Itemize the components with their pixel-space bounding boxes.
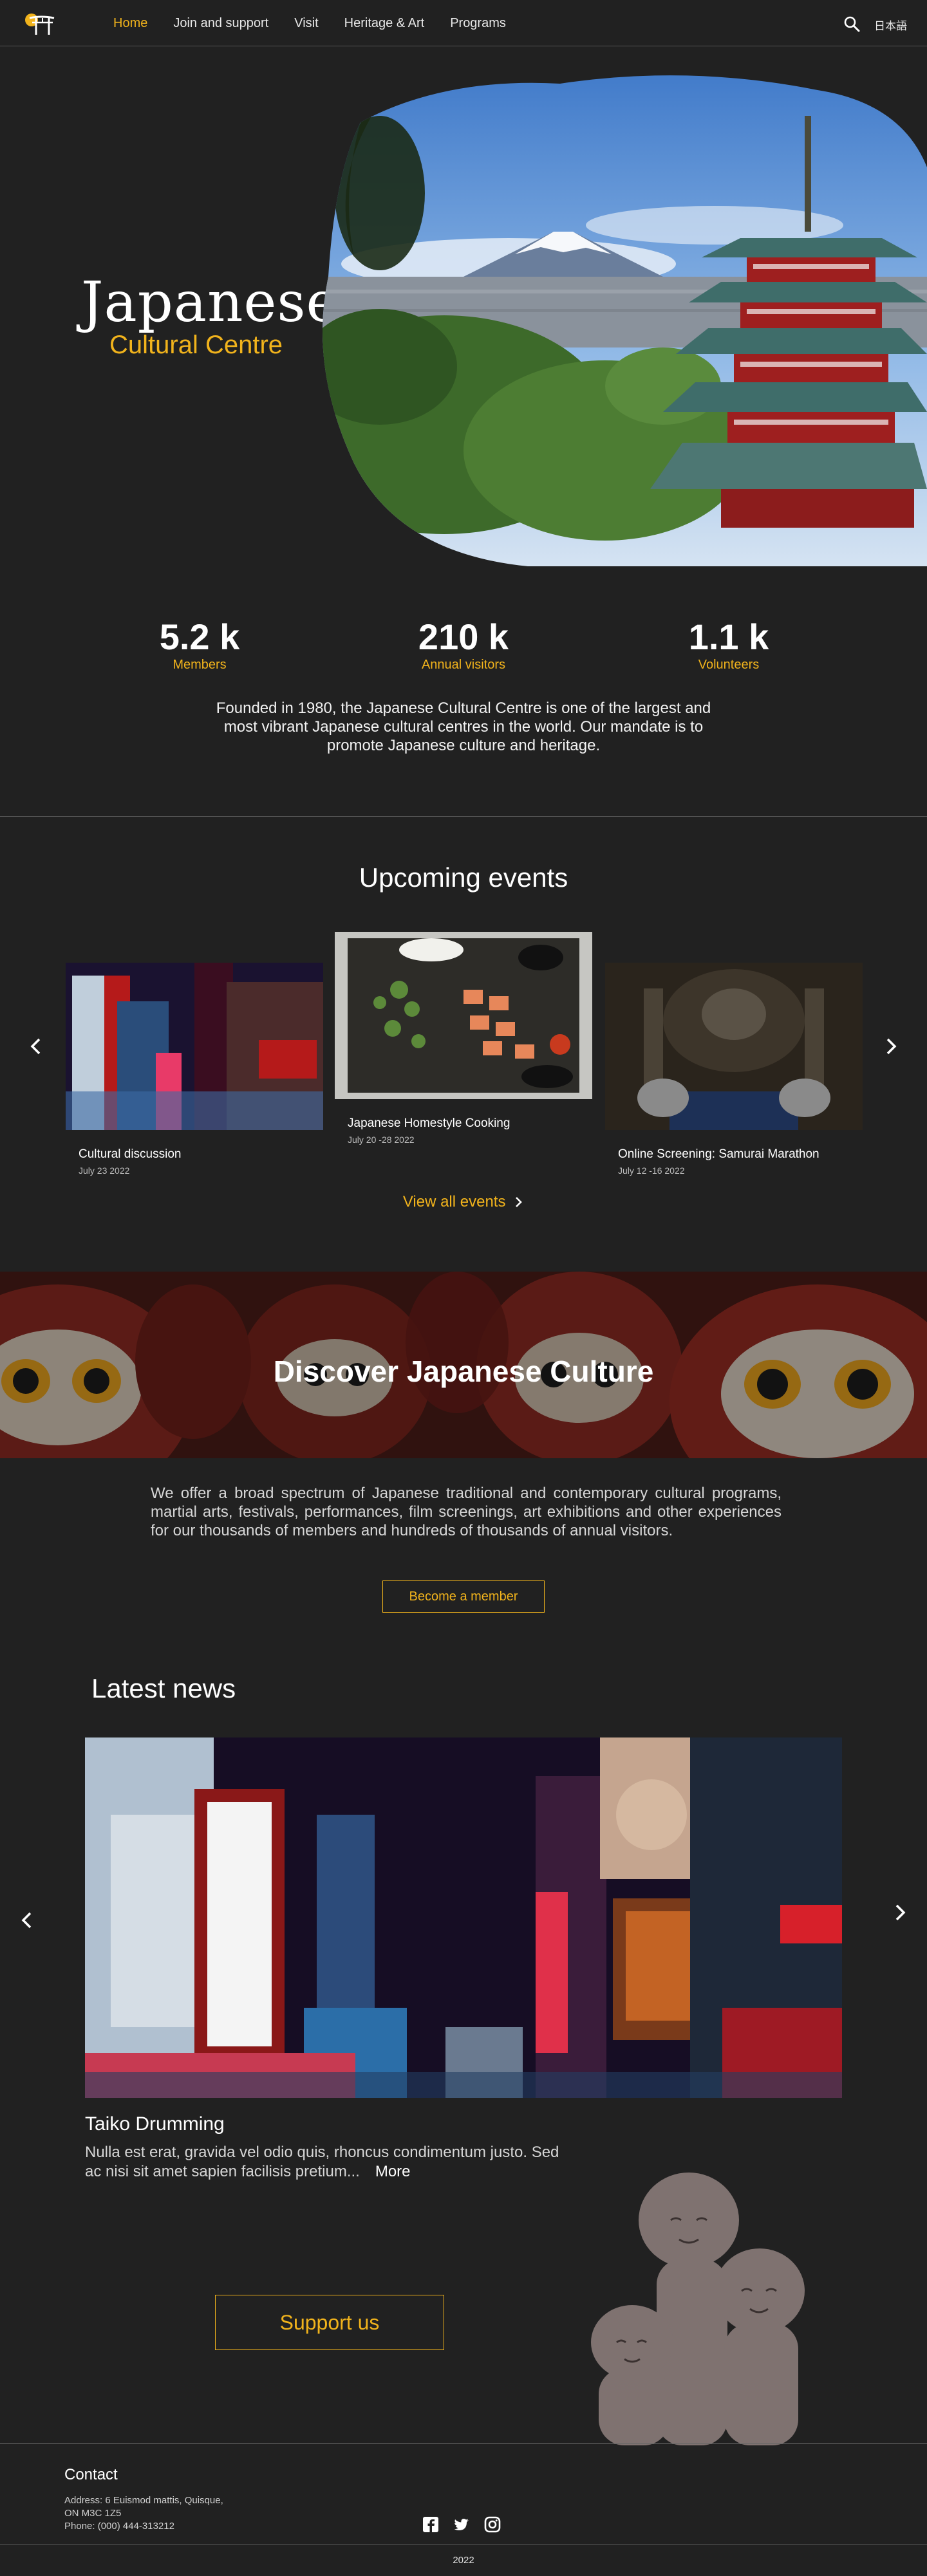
hero-subtitle: Cultural Centre	[109, 331, 283, 359]
hero-fuji-pagoda-image	[323, 75, 927, 566]
stat-volunteers: 1.1 k Volunteers	[632, 619, 825, 672]
become-member-button[interactable]: Become a member	[382, 1580, 545, 1613]
search-icon[interactable]	[843, 15, 860, 32]
stat-members: 5.2 k Members	[103, 619, 296, 672]
event-date: July 23 2022	[79, 1165, 130, 1176]
nav-link-heritage-art[interactable]: Heritage & Art	[344, 16, 425, 31]
nav-links: Home Join and support Visit Heritage & A…	[113, 0, 506, 46]
event-date: July 20 -28 2022	[348, 1135, 415, 1145]
stat-value: 1.1 k	[688, 616, 769, 657]
address-line: ON M3C 1Z5	[64, 2508, 122, 2519]
event-card[interactable]: Cultural discussion July 23 2022	[66, 963, 323, 1176]
chevron-left-icon[interactable]	[23, 1033, 49, 1059]
view-all-events-link[interactable]: View all events	[0, 1193, 927, 1211]
event-name: Online Screening: Samurai Marathon	[618, 1147, 819, 1161]
nav-link-visit[interactable]: Visit	[294, 16, 318, 31]
twitter-icon[interactable]	[453, 2516, 470, 2533]
stat-label: Volunteers	[698, 658, 760, 672]
nav-link-home[interactable]: Home	[113, 16, 147, 31]
event-name: Japanese Homestyle Cooking	[348, 1117, 510, 1130]
news-image-osaka-street[interactable]	[85, 1737, 842, 2098]
news-headline[interactable]: Taiko Drumming	[85, 2113, 225, 2135]
about-text: Founded in 1980, the Japanese Cultural C…	[216, 700, 711, 754]
news-excerpt: Nulla est erat, gravida vel odio quis, r…	[85, 2144, 559, 2180]
chevron-left-icon[interactable]	[14, 1907, 40, 1933]
event-image-dotonbori	[66, 963, 323, 1130]
events-title: Upcoming events	[359, 862, 568, 893]
discover-text: We offer a broad spectrum of Japanese tr…	[151, 1485, 782, 1539]
event-image-samurai-armor	[605, 963, 863, 1130]
event-date: July 12 -16 2022	[618, 1165, 685, 1176]
jizo-statues-image	[591, 2173, 805, 2445]
chevron-right-icon[interactable]	[887, 1900, 913, 1925]
section-divider	[0, 816, 927, 817]
chevron-right-icon[interactable]	[878, 1033, 904, 1059]
news-more-link[interactable]: More	[375, 2163, 411, 2180]
contact-title: Contact	[64, 2466, 118, 2483]
hero-title: Japanese	[81, 270, 340, 335]
event-image-sushi	[335, 932, 592, 1099]
event-card[interactable]: Online Screening: Samurai Marathon July …	[605, 963, 863, 1176]
news-body: Nulla est erat, gravida vel odio quis, r…	[85, 2143, 561, 2182]
stat-label: Members	[173, 658, 227, 672]
copyright-divider	[0, 2544, 927, 2545]
phone-number: Phone: (000) 444-313212	[64, 2521, 174, 2532]
stat-value: 5.2 k	[159, 616, 240, 657]
footer-divider	[0, 2443, 927, 2444]
nav-link-programs[interactable]: Programs	[450, 16, 506, 31]
nav-link-join-support[interactable]: Join and support	[173, 16, 268, 31]
instagram-icon[interactable]	[484, 2516, 501, 2533]
copyright-year: 2022	[453, 2555, 474, 2566]
stat-value: 210 k	[418, 616, 509, 657]
top-nav: Home Join and support Visit Heritage & A…	[0, 0, 927, 46]
language-switch[interactable]: 日本語	[874, 17, 907, 33]
facebook-icon[interactable]	[422, 2516, 439, 2533]
contact-address: Address: 6 Euismod mattis, Quisque, ON M…	[64, 2494, 258, 2533]
news-title: Latest news	[91, 1673, 236, 1703]
support-us-button[interactable]: Support us	[215, 2295, 444, 2350]
torii-logo-icon[interactable]	[23, 12, 59, 37]
address-line: Address: 6 Euismod mattis, Quisque,	[64, 2495, 223, 2506]
event-name: Cultural discussion	[79, 1147, 182, 1161]
view-all-label: View all events	[402, 1193, 506, 1210]
event-card[interactable]: Japanese Homestyle Cooking July 20 -28 2…	[335, 932, 592, 1145]
stat-annual-visitors: 210 k Annual visitors	[367, 619, 560, 672]
social-links	[422, 2516, 501, 2533]
discover-title: Discover Japanese Culture	[273, 1355, 654, 1388]
stat-label: Annual visitors	[421, 658, 506, 672]
chevron-right-icon	[516, 1197, 522, 1207]
